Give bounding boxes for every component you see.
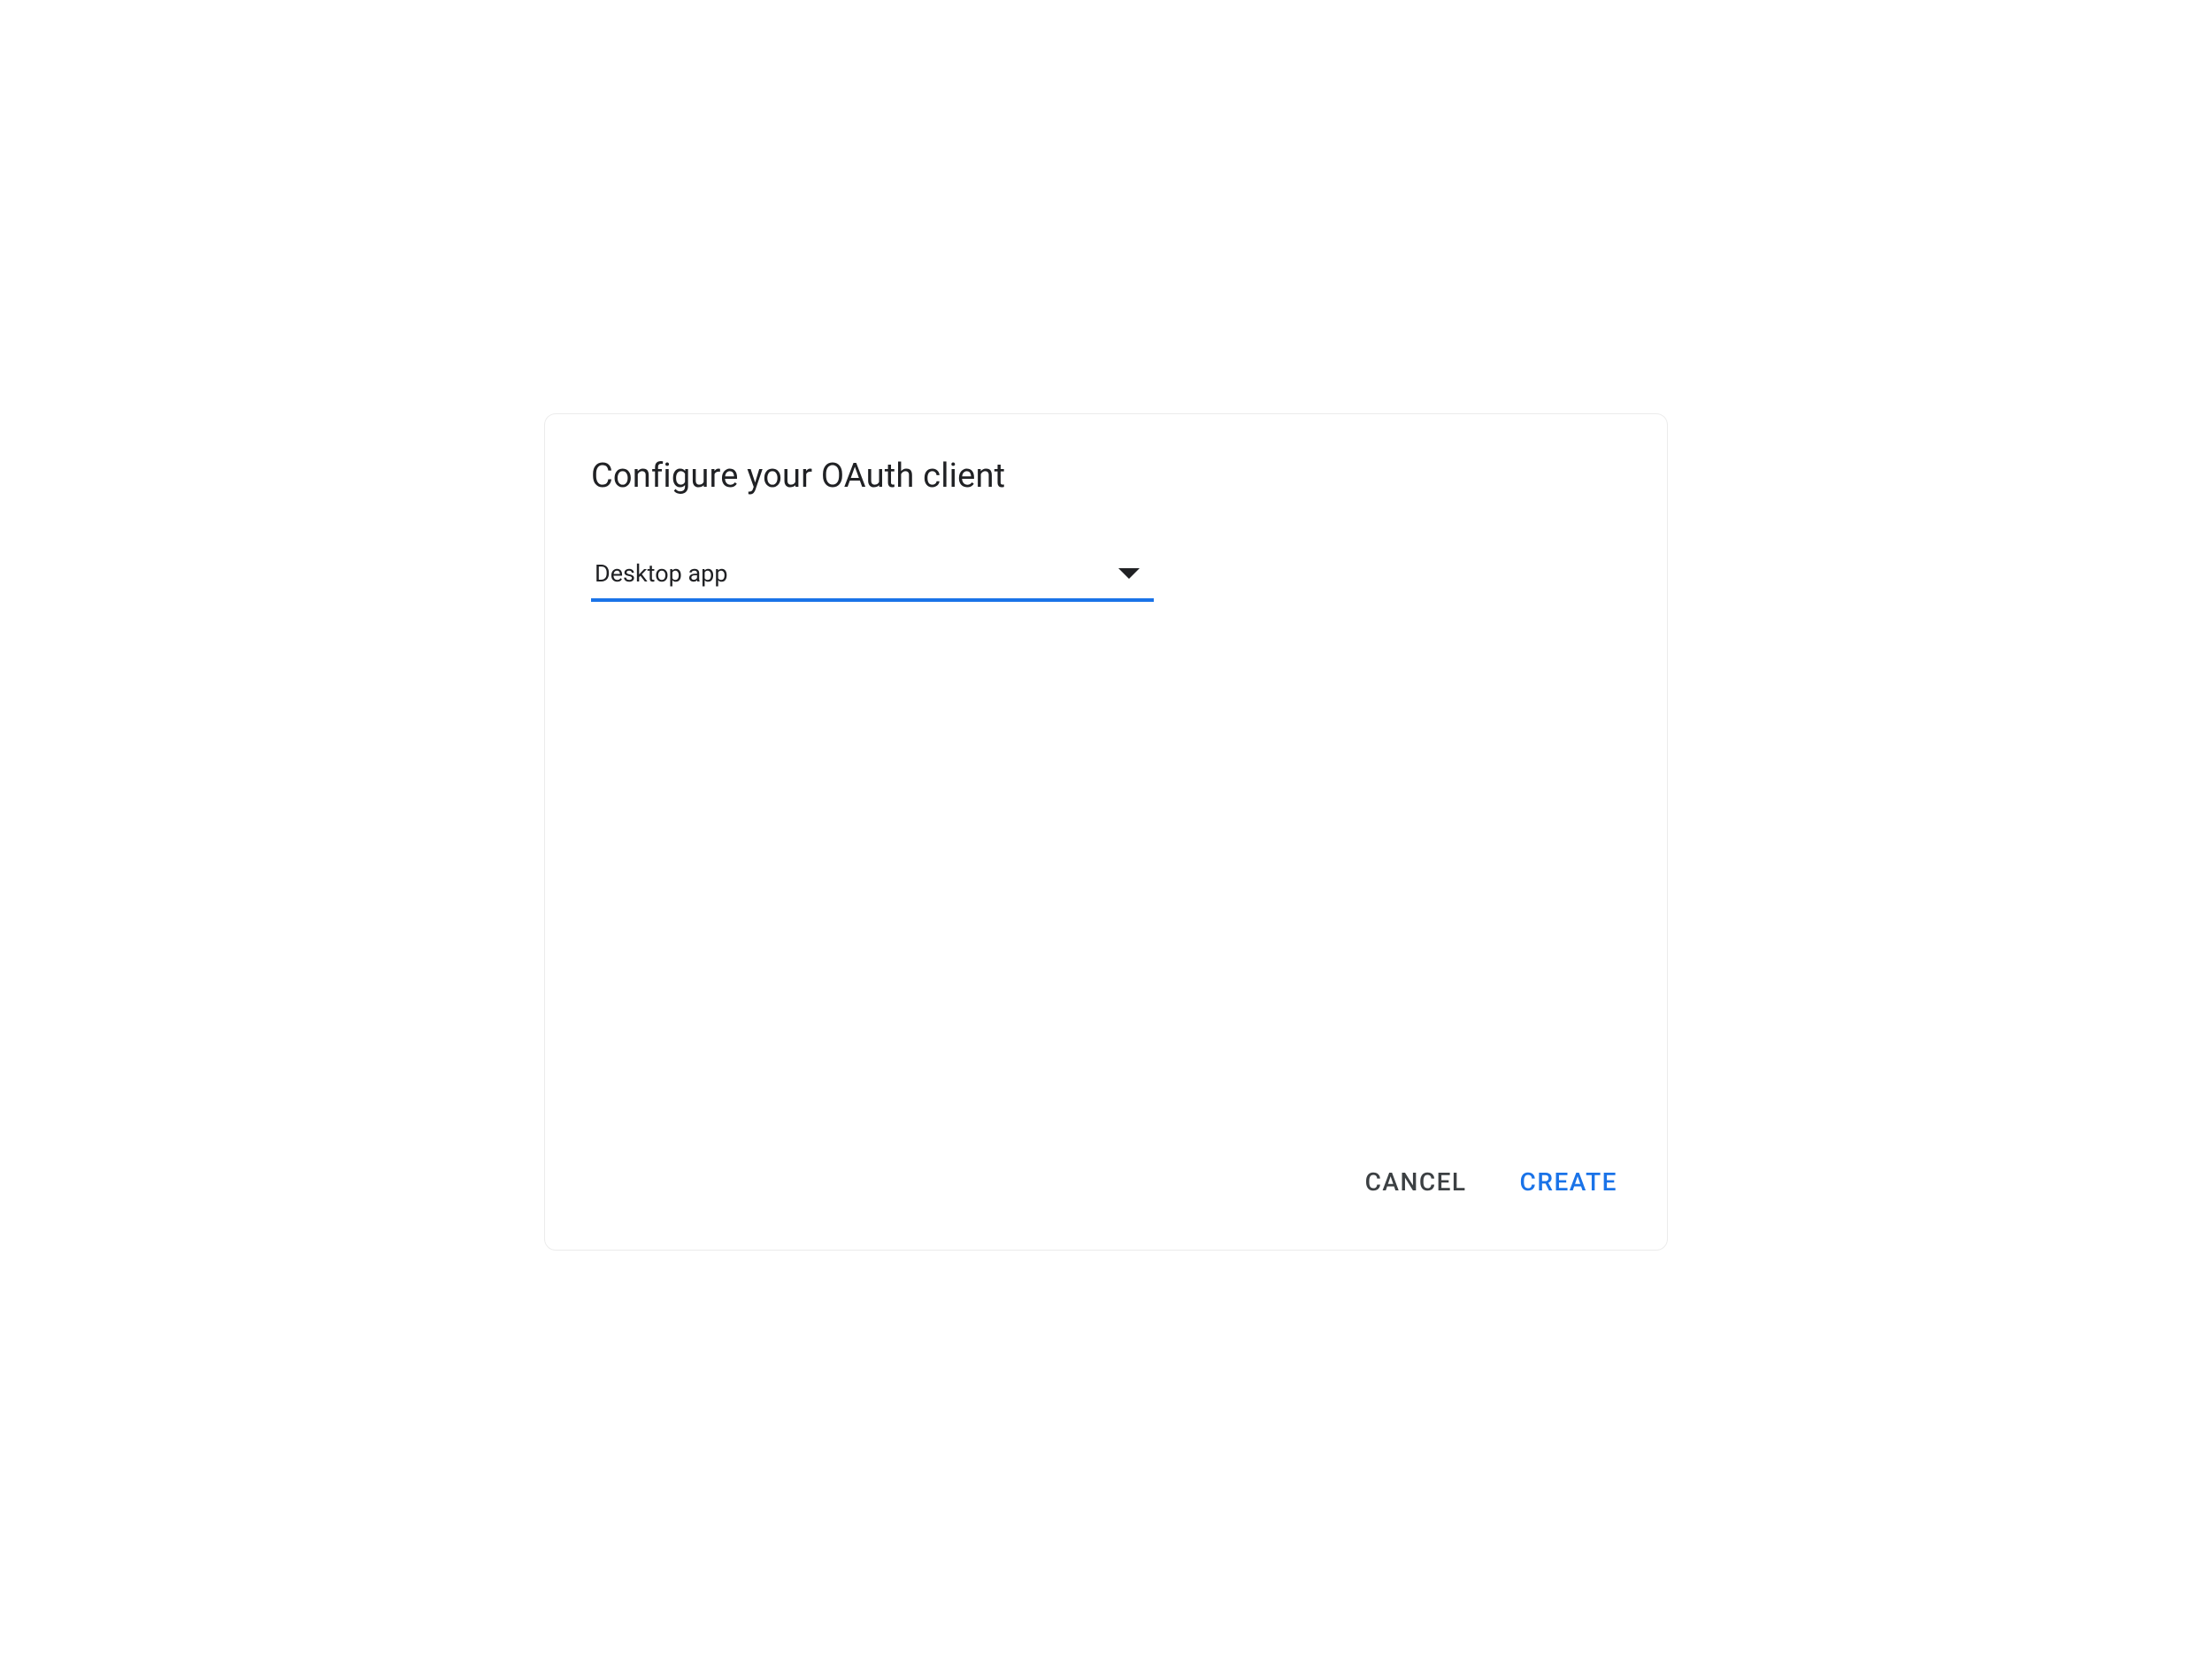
oauth-config-dialog: Configure your OAuth client Desktop app … [545, 414, 1667, 1250]
chevron-down-icon [1118, 568, 1140, 579]
dialog-actions: CANCEL CREATE [591, 1160, 1621, 1207]
cancel-button[interactable]: CANCEL [1362, 1160, 1471, 1204]
select-value: Desktop app [595, 559, 728, 588]
application-type-select-container: Desktop app [591, 552, 1154, 602]
spacer [591, 602, 1621, 1160]
dialog-title: Configure your OAuth client [591, 457, 1621, 496]
application-type-select[interactable]: Desktop app [591, 552, 1154, 602]
create-button[interactable]: CREATE [1517, 1160, 1621, 1204]
